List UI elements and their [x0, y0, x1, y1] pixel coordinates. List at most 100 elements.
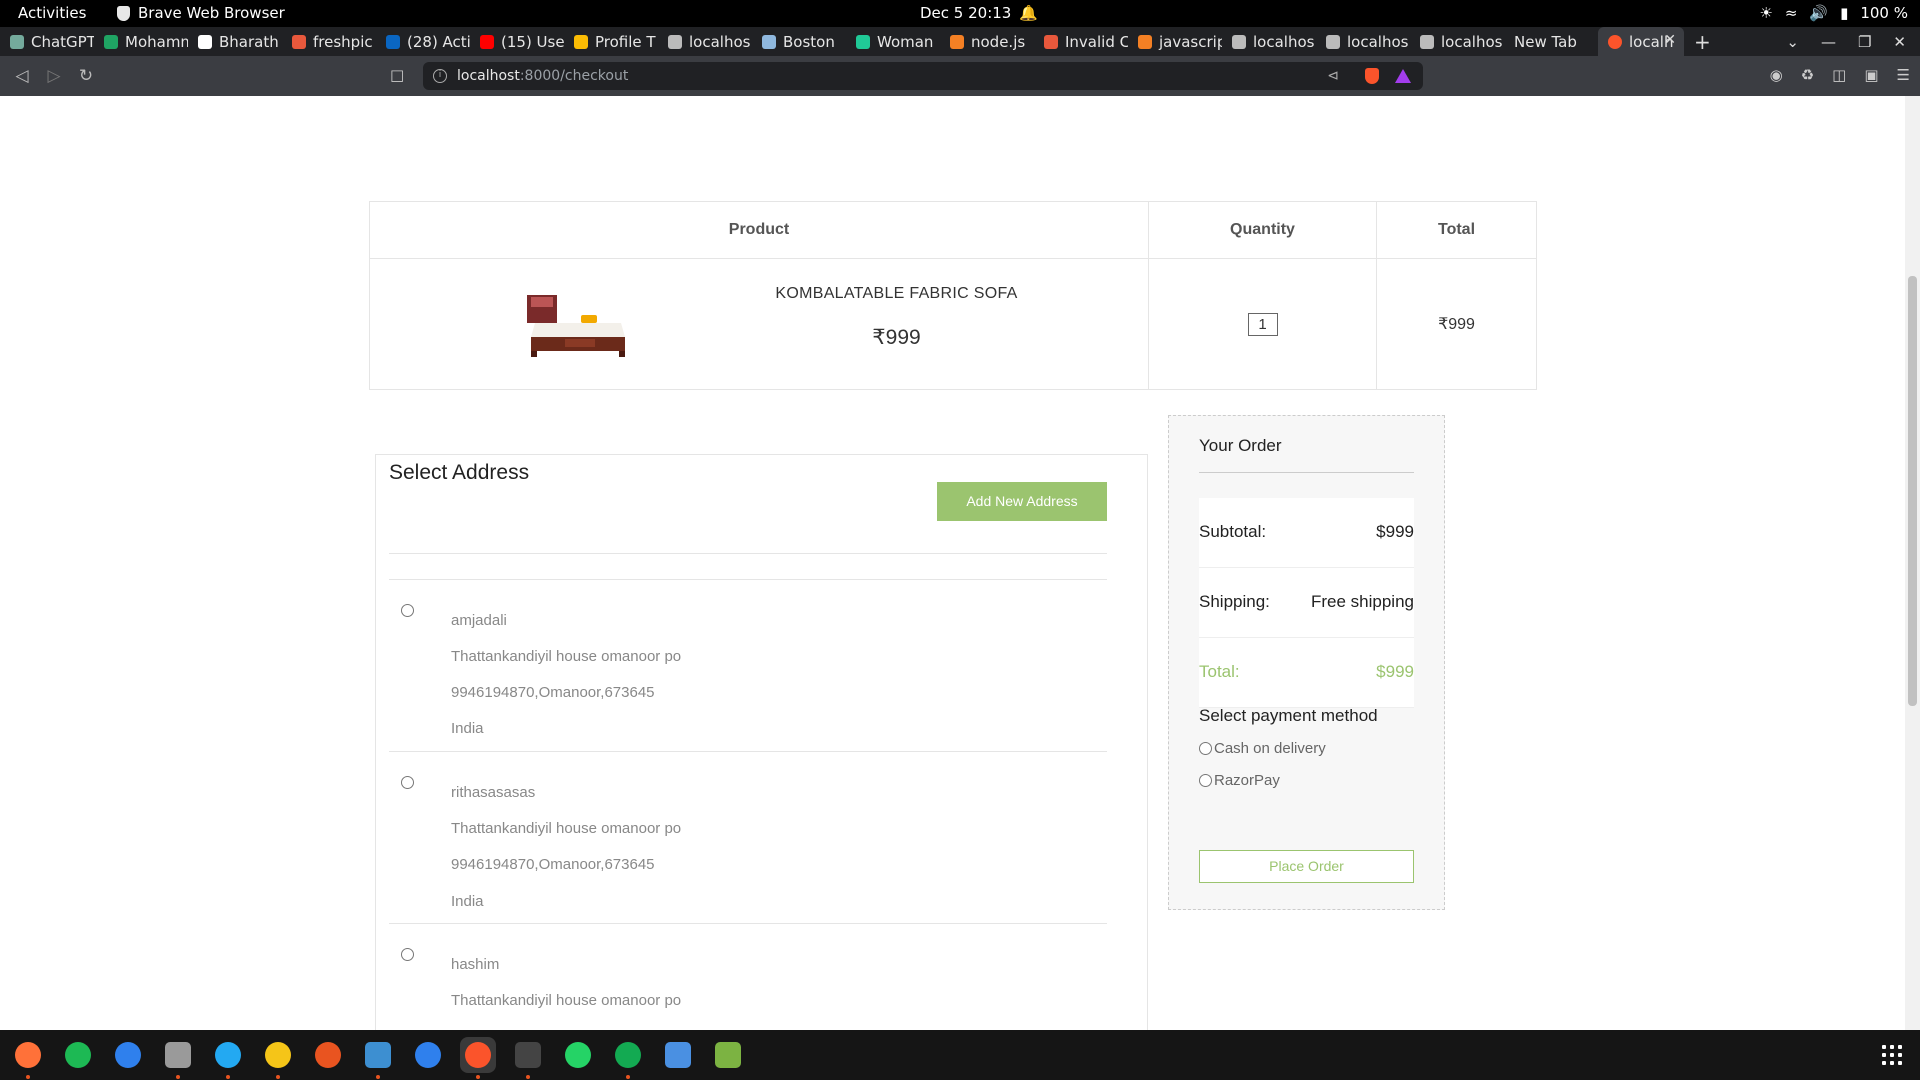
- browser-tab[interactable]: Mohamm: [94, 27, 188, 56]
- subtotal-value: $999: [1376, 522, 1414, 541]
- browser-tab[interactable]: ChatGPT: [0, 27, 94, 56]
- dock-app[interactable]: [410, 1037, 446, 1073]
- browser-tab[interactable]: localhos: [658, 27, 752, 56]
- dock-app[interactable]: [160, 1037, 196, 1079]
- tab-label: javascrip: [1159, 32, 1222, 51]
- chrome-extension-icon[interactable]: ◉: [1770, 66, 1783, 84]
- browser-tab[interactable]: Profile T: [564, 27, 658, 56]
- bookmark-icon[interactable]: □: [390, 66, 404, 84]
- brightness-icon: ☀: [1759, 4, 1773, 22]
- dock-app[interactable]: [110, 1037, 146, 1073]
- browser-tab[interactable]: localhos: [1316, 27, 1410, 56]
- address-line2: 9946194870,Omanoor,673645: [451, 856, 655, 873]
- dock-app[interactable]: [460, 1037, 496, 1079]
- dock: [0, 1030, 1920, 1080]
- brave-shields-icon[interactable]: [1365, 68, 1379, 84]
- running-indicator: [276, 1075, 280, 1079]
- tab-favicon-icon: [950, 34, 964, 49]
- tab-strip: ChatGPT Mohamm Bharath freshpic (28) Acti (15…: [0, 27, 1920, 56]
- forward-icon[interactable]: ▷: [38, 66, 70, 86]
- browser-tab[interactable]: javascrip: [1128, 27, 1222, 56]
- address-radio[interactable]: [401, 604, 414, 617]
- menu-icon[interactable]: ☰: [1897, 66, 1910, 84]
- cod-radio[interactable]: [1199, 742, 1212, 755]
- close-tab-icon[interactable]: ✕: [1664, 32, 1676, 48]
- address-line2: 9946194870,Omanoor,673645: [451, 684, 655, 701]
- app-menu[interactable]: Brave Web Browser: [117, 4, 285, 22]
- tab-favicon-icon: [762, 34, 776, 49]
- browser-tab[interactable]: Invalid C: [1034, 27, 1128, 56]
- browser-tab[interactable]: localhos: [1410, 27, 1504, 56]
- tab-favicon-icon: [386, 34, 400, 49]
- dock-app[interactable]: [560, 1037, 596, 1073]
- brave-lion-icon: [117, 5, 130, 21]
- new-tab-icon[interactable]: +: [1684, 30, 1721, 54]
- browser-tab[interactable]: node.js: [940, 27, 1034, 56]
- dock-app[interactable]: [60, 1037, 96, 1073]
- payment-option-razorpay[interactable]: RazorPay: [1199, 772, 1280, 789]
- reload-icon[interactable]: ↻: [70, 66, 102, 86]
- activities-button[interactable]: Activities: [18, 4, 86, 22]
- razorpay-radio[interactable]: [1199, 774, 1212, 787]
- dock-app[interactable]: [660, 1037, 696, 1073]
- subtotal-label: Subtotal:: [1199, 522, 1267, 541]
- browser-tab-active[interactable]: localh ✕: [1598, 27, 1684, 56]
- back-icon[interactable]: ◁: [6, 66, 38, 86]
- close-window-icon[interactable]: ✕: [1893, 33, 1906, 51]
- add-new-address-button[interactable]: Add New Address: [937, 482, 1107, 521]
- dock-app[interactable]: [260, 1037, 296, 1079]
- sidebar-icon[interactable]: ◫: [1832, 66, 1846, 84]
- browser-tab[interactable]: New Tab: [1504, 27, 1598, 56]
- total-label: Total:: [1199, 662, 1240, 681]
- dock-app[interactable]: [510, 1037, 546, 1079]
- tab-label: node.js: [971, 32, 1026, 51]
- address-radio[interactable]: [401, 776, 414, 789]
- dock-app[interactable]: [360, 1037, 396, 1079]
- brave-rewards-icon[interactable]: [1395, 69, 1411, 83]
- tab-favicon-icon: [668, 34, 682, 49]
- browser-tab[interactable]: (28) Acti: [376, 27, 470, 56]
- site-info-icon[interactable]: i: [433, 69, 447, 83]
- product-header: Product: [369, 201, 1149, 259]
- product-name[interactable]: KOMBALATABLE FABRIC SOFA: [370, 285, 1148, 303]
- show-apps-icon[interactable]: [1882, 1045, 1902, 1065]
- address-radio[interactable]: [401, 948, 414, 961]
- clock[interactable]: Dec 5 20:13 🔔: [920, 4, 1038, 22]
- tab-search-chevron-icon[interactable]: ⌄: [1786, 33, 1799, 51]
- address-item[interactable]: rithasasasas Thattankandiyil house omano…: [389, 752, 1107, 923]
- dock-app[interactable]: [210, 1037, 246, 1079]
- dock-app[interactable]: [610, 1037, 646, 1079]
- browser-tab[interactable]: (15) User: [470, 27, 564, 56]
- browser-tab[interactable]: freshpic: [282, 27, 376, 56]
- mongodb-compass-icon: [615, 1042, 641, 1068]
- browser-tab[interactable]: localhos: [1222, 27, 1316, 56]
- tab-favicon-icon: [198, 34, 212, 49]
- system-tray[interactable]: ☀ ≈ 🔊 ▮ 100 %: [1759, 4, 1908, 22]
- quantity-input[interactable]: 1: [1247, 312, 1278, 336]
- address-item[interactable]: hashim Thattankandiyil house omanoor po: [389, 924, 1107, 1030]
- browser-tab[interactable]: Boston: [752, 27, 846, 56]
- tab-favicon-icon: [1138, 34, 1152, 49]
- dock-app[interactable]: [710, 1037, 746, 1073]
- place-order-button[interactable]: Place Order: [1199, 850, 1414, 883]
- tab-label: Mohamm: [125, 32, 188, 51]
- tab-label: localhos: [1253, 32, 1315, 51]
- address-line1: Thattankandiyil house omanoor po: [451, 992, 682, 1009]
- browser-tab[interactable]: Bharath: [188, 27, 282, 56]
- tab-favicon-icon: [480, 34, 494, 49]
- wifi-icon: ≈: [1784, 4, 1798, 22]
- address-bar[interactable]: i localhost:8000/checkout ⊲: [423, 62, 1423, 90]
- share-icon[interactable]: ⊲: [1327, 68, 1339, 84]
- dock-app[interactable]: [310, 1037, 346, 1073]
- minimize-icon[interactable]: —: [1821, 33, 1836, 51]
- browser-tab[interactable]: Woman: [846, 27, 940, 56]
- dock-app[interactable]: [10, 1037, 46, 1079]
- page-scrollbar[interactable]: [1905, 96, 1920, 1030]
- payment-option-cod[interactable]: Cash on delivery: [1199, 740, 1326, 757]
- address-item[interactable]: amjadali Thattankandiyil house omanoor p…: [389, 580, 1107, 751]
- wallet-icon[interactable]: ▣: [1864, 66, 1878, 84]
- extensions-icon[interactable]: ♻: [1801, 66, 1814, 84]
- tab-label: (28) Acti: [407, 32, 470, 51]
- restore-icon[interactable]: ❐: [1858, 33, 1871, 51]
- scrollbar-thumb[interactable]: [1908, 276, 1917, 706]
